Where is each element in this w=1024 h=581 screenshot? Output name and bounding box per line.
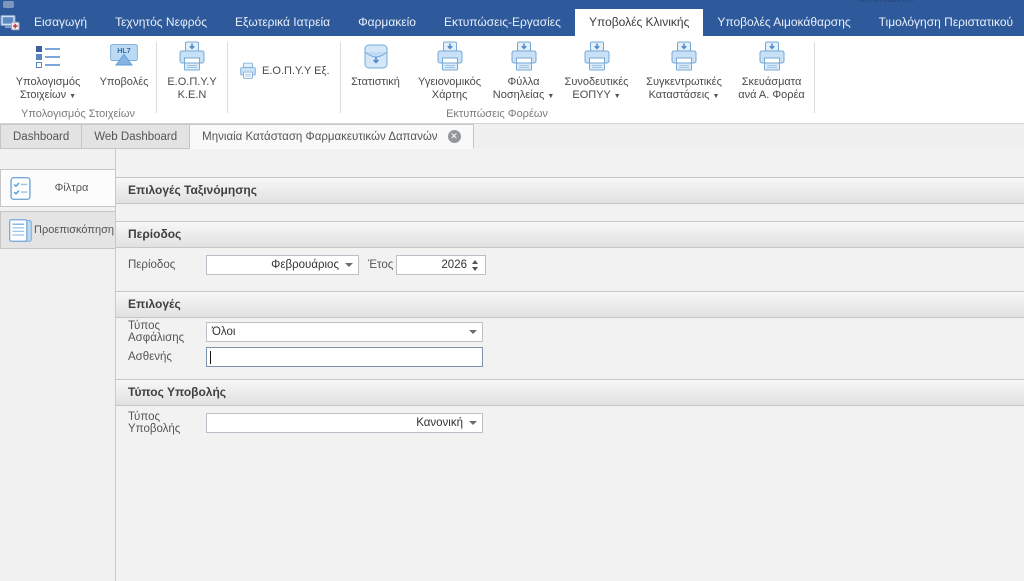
button-label: Υποβολές [100,76,149,88]
tab-label: Web Dashboard [94,131,177,143]
ribbon-group-eopyy-ken: Ε.Ο.Π.Υ.Υ Κ.Ε.Ν [159,36,225,123]
year-label: Έτος [368,259,396,271]
content-area: Φίλτρα Προεπισκόπηση Επιλογές Ταξινόμηση… [0,149,1024,581]
button-label: Ε.Ο.Π.Υ.Υ Εξ. [262,65,330,77]
eopyy-ex-button[interactable]: Ε.Ο.Π.Υ.Υ Εξ. [230,62,338,80]
tab-dashboard[interactable]: Dashboard [0,124,82,149]
left-sidebar: Φίλτρα Προεπισκόπηση [0,149,116,581]
sidebar-item-label: Φίλτρα [34,182,109,194]
menu-item-exoterika-iatreia[interactable]: Εξωτερικά Ιατρεία [221,9,344,36]
ypologismos-stoixeion-button[interactable]: Υπολογισμός Στοιχείων ▼ [2,36,94,103]
app-icon[interactable] [0,9,20,36]
printer-icon [508,41,540,73]
sidebar-item-label: Προεπισκόπηση [34,224,114,236]
document-tab-strip: Dashboard Web Dashboard Μηνιαία Κατάστασ… [0,124,1024,149]
menu-item-timologisi-peristatikou[interactable]: Τιμολόγηση Περιστατικού [865,9,1024,36]
menu-item-texnitos-nefros[interactable]: Τεχνητός Νεφρός [101,9,221,36]
button-label: Φύλλα Νοσηλείας [493,76,544,101]
insurance-type-value: Όλοι [212,326,469,338]
submission-type-value: Κανονική [212,417,469,429]
sidebar-item-proepiskopisi[interactable]: Προεπισκόπηση [0,211,115,249]
title-bar: Medicalinfo [0,0,1024,9]
skeyasmata-ana-forea-button[interactable]: Σκευάσματα ανά Α. Φορέα [732,36,812,102]
chevron-down-icon [345,263,353,267]
ribbon-group-ektyposeis-foreon: Στατιστική Υγειονομικός Χάρτης [343,36,812,123]
button-label: Σκευάσματα ανά Α. Φορέα [738,76,805,101]
sort-options-header: Επιλογές Ταξινόμησης [116,177,1024,204]
eopyy-ken-button[interactable]: Ε.Ο.Π.Υ.Υ Κ.Ε.Ν [159,36,225,102]
menu-item-eisagogi[interactable]: Εισαγωγή [20,9,101,36]
button-label: Ε.Ο.Π.Υ.Υ Κ.Ε.Ν [167,76,216,101]
ribbon-separator [156,42,157,113]
insurance-type-dropdown[interactable]: Όλοι [206,322,483,342]
tab-close-icon[interactable]: ✕ [448,130,461,143]
list-icon [32,41,64,73]
ribbon-separator [814,42,815,113]
dropdown-arrow-icon: ▼ [69,93,76,100]
printer-icon [581,41,613,73]
patient-input[interactable] [206,347,483,367]
period-section-header: Περίοδος [116,221,1024,248]
ribbon-group-eopyy-ex: Ε.Ο.Π.Υ.Υ Εξ. [230,36,338,123]
ribbon-group-label: Υπολογισμός Στοιχείων [2,108,154,123]
tab-web-dashboard[interactable]: Web Dashboard [82,124,190,149]
ribbon-group-ypologismos: Υπολογισμός Στοιχείων ▼ HL7 Υποβολές Υπο… [2,36,154,123]
submission-type-section-header: Τύπος Υποβολής [116,379,1024,406]
spin-down-icon[interactable] [472,267,478,271]
ypovoles-button[interactable]: HL7 Υποβολές [94,36,154,89]
year-spinner[interactable]: 2026 [396,255,486,275]
year-value: 2026 [397,259,472,271]
menu-bar: Εισαγωγή Τεχνητός Νεφρός Εξωτερικά Ιατρε… [0,9,1024,36]
submission-type-label: Τύπος Υποβολής [128,411,206,435]
submission-type-dropdown[interactable]: Κανονική [206,413,483,433]
window-icon-fragment [3,1,14,8]
ribbon-group-label: Εκτυπώσεις Φορέων [343,108,812,123]
printer-icon [668,41,700,73]
menu-item-ypovoles-klinikis[interactable]: Υποβολές Κλινικής [575,9,703,36]
menu-item-ypovoles-aimokatharsis[interactable]: Υποβολές Αιμοκάθαρσης [703,9,864,36]
filters-panel: Επιλογές Ταξινόμησης Περίοδος Περίοδος Φ… [116,149,1024,581]
app-logo-icon [0,14,20,31]
synodeytikes-eopyy-button[interactable]: Συνοδευτικές ΕΟΠΥΥ ▼ [557,36,637,103]
printer-small-icon [238,62,258,80]
printer-icon [756,41,788,73]
patient-label: Ασθενής [128,351,206,363]
options-section-header: Επιλογές [116,291,1024,318]
tab-label: Dashboard [13,131,69,143]
dropdown-arrow-icon: ▼ [713,93,720,100]
period-dropdown[interactable]: Φεβρουάριος [206,255,359,275]
archive-icon [360,41,392,73]
fylla-nosileias-button[interactable]: Φύλλα Νοσηλείας ▼ [491,36,557,103]
preview-document-icon [7,217,34,244]
statistiki-button[interactable]: Στατιστική [343,36,409,89]
insurance-type-label: Τύπος Ασφάλισης [128,320,206,344]
tab-label: Μηνιαία Κατάσταση Φαρμακευτικών Δαπανών [202,131,437,143]
sidebar-item-filtra[interactable]: Φίλτρα [0,169,115,207]
window-title: Medicalinfo [858,0,914,5]
text-cursor [210,351,211,364]
spin-up-icon[interactable] [472,260,478,264]
hl7-monitor-icon: HL7 [108,41,140,73]
printer-icon [176,41,208,73]
tab-miniaia-katastasi[interactable]: Μηνιαία Κατάσταση Φαρμακευτικών Δαπανών … [190,124,473,149]
chevron-down-icon [469,330,477,334]
ygeionomikos-xartis-button[interactable]: Υγειονομικός Χάρτης [409,36,491,102]
period-label: Περίοδος [128,259,206,271]
ribbon: Υπολογισμός Στοιχείων ▼ HL7 Υποβολές Υπο… [0,36,1024,124]
button-label: Υγειονομικός Χάρτης [418,76,481,101]
period-value: Φεβρουάριος [212,259,345,271]
printer-icon [434,41,466,73]
filter-clipboard-icon [7,175,34,202]
chevron-down-icon [469,421,477,425]
button-label: Συγκεντρωτικές Καταστάσεις [646,76,722,101]
ribbon-separator [227,42,228,113]
menu-item-farmakeio[interactable]: Φαρμακείο [344,9,430,36]
ribbon-separator [340,42,341,113]
dropdown-arrow-icon: ▼ [614,93,621,100]
dropdown-arrow-icon: ▼ [547,93,554,100]
menu-item-ektyposeis-ergasies[interactable]: Εκτυπώσεις-Εργασίες [430,9,575,36]
button-label: Στατιστική [351,76,400,88]
sygkentrotikes-katastaseis-button[interactable]: Συγκεντρωτικές Καταστάσεις ▼ [637,36,732,103]
